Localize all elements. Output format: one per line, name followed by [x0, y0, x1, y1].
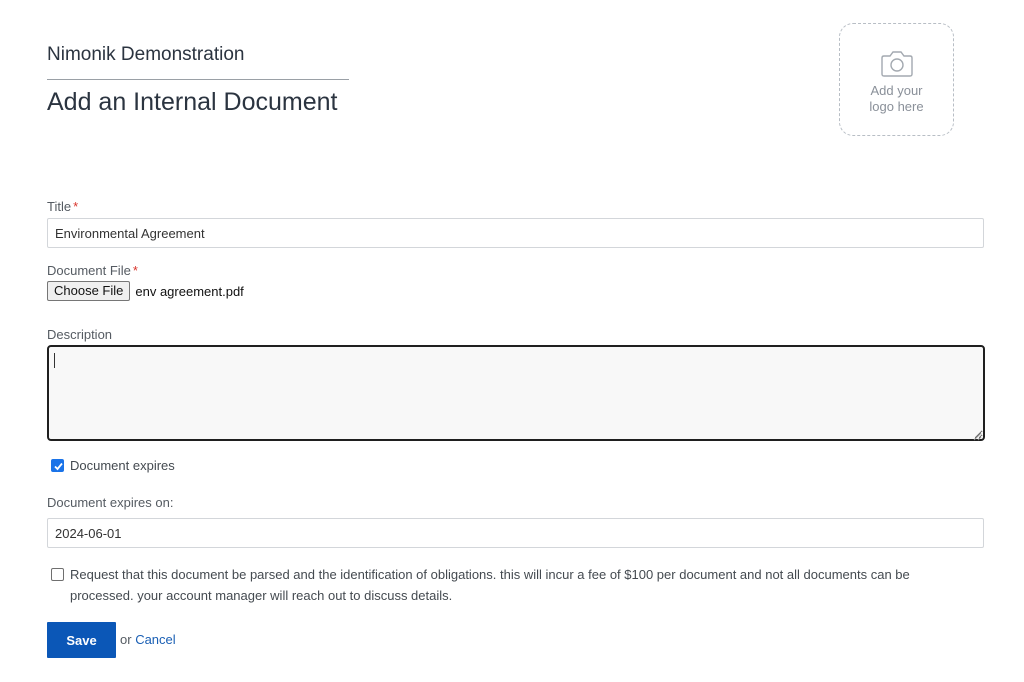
save-button[interactable]: Save [47, 622, 116, 658]
document-file-label-text: Document File [47, 263, 131, 278]
text-cursor [54, 353, 55, 368]
cancel-link[interactable]: Cancel [135, 632, 175, 647]
parse-request-checkbox[interactable] [51, 568, 64, 581]
cancel-area: or Cancel [120, 632, 176, 647]
description-textarea[interactable] [47, 345, 985, 441]
document-expires-checkbox[interactable] [51, 459, 64, 472]
title-input[interactable] [47, 218, 984, 248]
title-label-text: Title [47, 199, 72, 214]
or-text: or [120, 632, 132, 647]
selected-file-name: env agreement.pdf [135, 283, 244, 299]
file-picker: Choose File env agreement.pdf [47, 281, 244, 301]
choose-file-button[interactable]: Choose File [47, 281, 131, 301]
header-divider [47, 79, 349, 80]
parse-request-option: Request that this document be parsed and… [51, 564, 971, 606]
resize-grip-icon[interactable] [973, 428, 982, 441]
title-label: Title * [47, 199, 78, 214]
page-title: Add an Internal Document [47, 88, 338, 116]
checkmark-icon [54, 462, 63, 471]
document-expires-option: Document expires [51, 455, 175, 476]
expires-on-label: Document expires on: [47, 495, 174, 510]
document-file-label: Document File * [47, 263, 138, 278]
logo-upload-placeholder[interactable]: Add your logo here [839, 23, 954, 136]
logo-placeholder-text: Add your logo here [869, 83, 924, 114]
required-mark: * [73, 199, 79, 214]
description-label: Description [47, 327, 113, 342]
document-expires-label: Document expires [70, 458, 175, 473]
required-mark: * [132, 263, 138, 278]
parse-request-label: Request that this document be parsed and… [70, 567, 910, 603]
camera-icon [880, 48, 914, 83]
organization-name: Nimonik Demonstration [47, 44, 245, 65]
expires-on-date-input[interactable] [47, 518, 984, 548]
